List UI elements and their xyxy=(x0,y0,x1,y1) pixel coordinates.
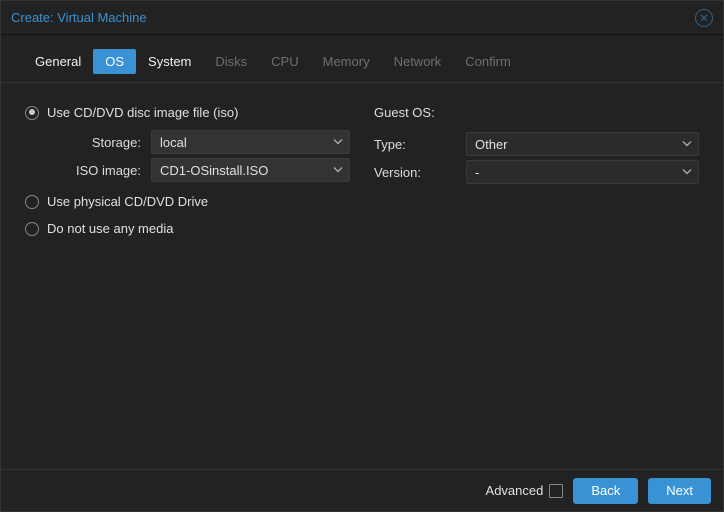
guest-type-select[interactable]: Other xyxy=(466,132,699,156)
iso-image-select[interactable]: CD1-OSinstall.ISO xyxy=(151,158,350,182)
tab-general[interactable]: General xyxy=(23,49,93,74)
create-vm-dialog: Create: Virtual Machine General OS Syste… xyxy=(0,0,724,512)
tab-disks: Disks xyxy=(203,49,259,74)
advanced-toggle[interactable]: Advanced xyxy=(486,483,564,498)
advanced-label: Advanced xyxy=(486,483,544,498)
radio-label: Do not use any media xyxy=(47,221,173,236)
guest-version-value: - xyxy=(475,165,479,180)
media-column: Use CD/DVD disc image file (iso) Storage… xyxy=(25,99,350,453)
chevron-down-icon xyxy=(333,163,343,178)
tab-cpu: CPU xyxy=(259,49,310,74)
radio-icon xyxy=(25,106,39,120)
footer: Advanced Back Next xyxy=(1,469,723,511)
iso-image-label: ISO image: xyxy=(47,163,151,178)
radio-icon xyxy=(25,195,39,209)
tab-os[interactable]: OS xyxy=(93,49,136,74)
chevron-down-icon xyxy=(682,137,692,152)
dialog-title: Create: Virtual Machine xyxy=(11,10,147,25)
chevron-down-icon xyxy=(682,165,692,180)
tab-system[interactable]: System xyxy=(136,49,203,74)
guest-type-label: Type: xyxy=(374,137,446,152)
radio-no-media[interactable]: Do not use any media xyxy=(25,215,350,242)
chevron-down-icon xyxy=(333,135,343,150)
storage-value: local xyxy=(160,135,187,150)
iso-image-value: CD1-OSinstall.ISO xyxy=(160,163,268,178)
guest-type-value: Other xyxy=(475,137,508,152)
tab-confirm: Confirm xyxy=(453,49,523,74)
next-button[interactable]: Next xyxy=(648,478,711,504)
tab-network: Network xyxy=(382,49,454,74)
storage-select[interactable]: local xyxy=(151,130,350,154)
radio-label: Use CD/DVD disc image file (iso) xyxy=(47,105,238,120)
storage-label: Storage: xyxy=(47,135,151,150)
checkbox-icon xyxy=(549,484,563,498)
guest-version-label: Version: xyxy=(374,165,446,180)
content-area: Use CD/DVD disc image file (iso) Storage… xyxy=(1,83,723,469)
wizard-tabs: General OS System Disks CPU Memory Netwo… xyxy=(1,35,723,83)
close-icon[interactable] xyxy=(695,9,713,27)
radio-use-iso[interactable]: Use CD/DVD disc image file (iso) xyxy=(25,99,350,126)
titlebar: Create: Virtual Machine xyxy=(1,1,723,35)
guest-version-select[interactable]: - xyxy=(466,160,699,184)
tab-memory: Memory xyxy=(311,49,382,74)
radio-icon xyxy=(25,222,39,236)
guest-os-heading: Guest OS: xyxy=(374,99,699,128)
radio-label: Use physical CD/DVD Drive xyxy=(47,194,208,209)
back-button[interactable]: Back xyxy=(573,478,638,504)
radio-use-physical[interactable]: Use physical CD/DVD Drive xyxy=(25,188,350,215)
guest-os-column: Guest OS: Type: Other Version: - xyxy=(374,99,699,453)
